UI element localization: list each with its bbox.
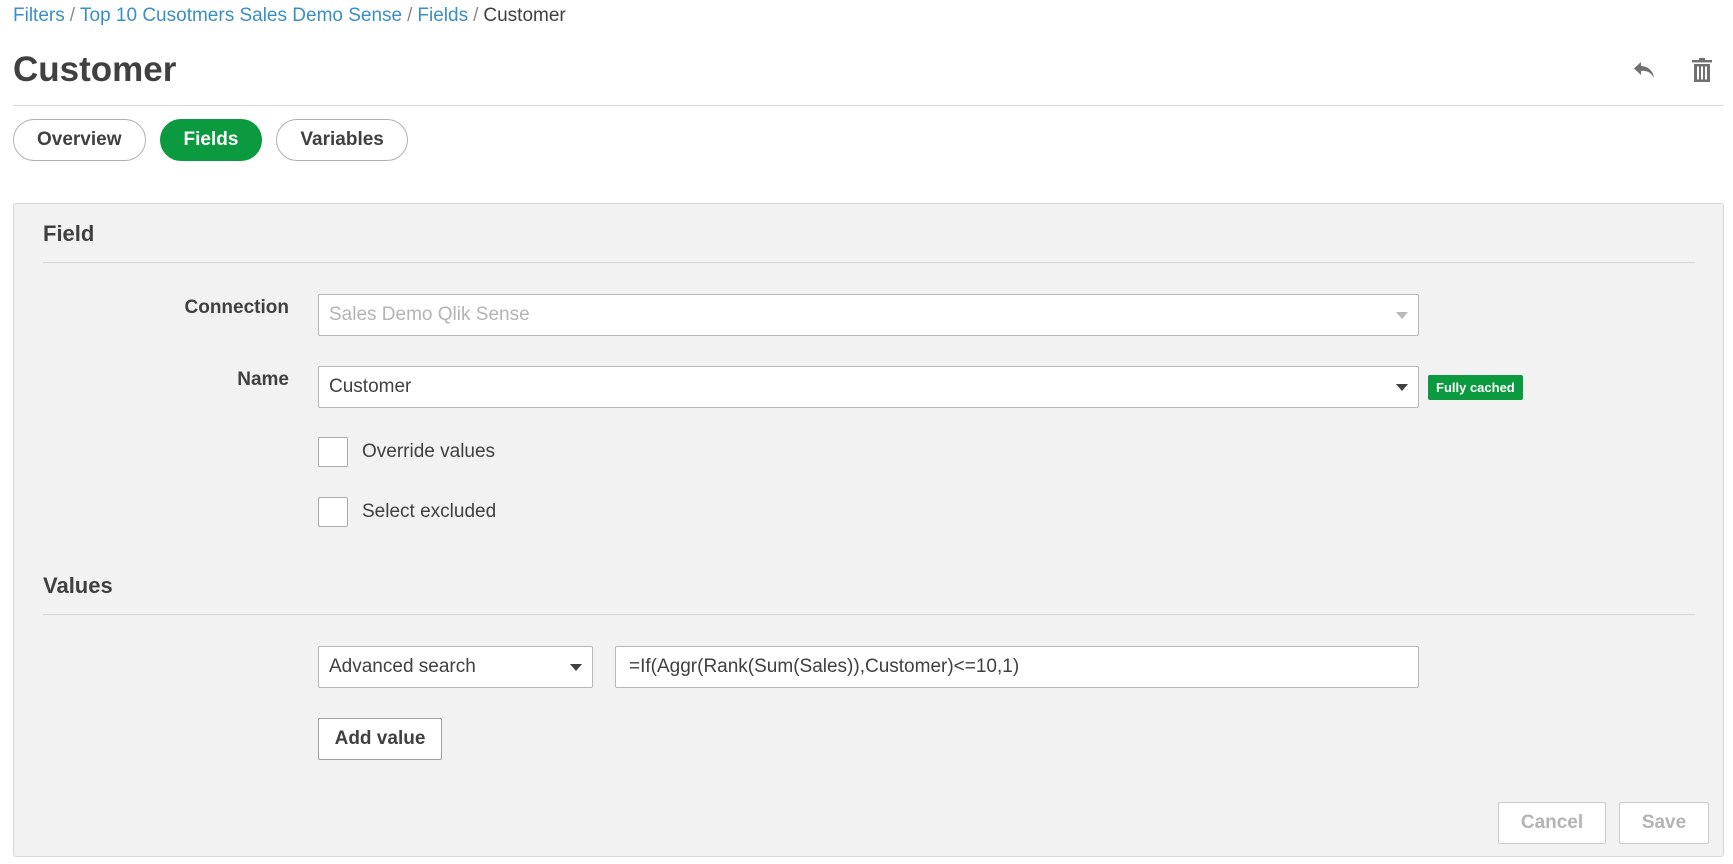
breadcrumb-link-filters[interactable]: Filters [13,5,65,26]
connection-value: Sales Demo Qlik Sense [329,304,530,325]
expression-input[interactable]: =If(Aggr(Rank(Sum(Sales)),Customer)<=10,… [615,646,1419,688]
cancel-button[interactable]: Cancel [1498,802,1606,844]
section-divider [43,262,1695,263]
select-excluded-checkbox-row[interactable]: Select excluded [318,497,496,527]
chevron-down-icon [1396,384,1408,391]
header-actions [1629,55,1717,85]
connection-select[interactable]: Sales Demo Qlik Sense [318,294,1419,336]
field-section-title: Field [43,221,95,246]
cache-status-badge: Fully cached [1428,375,1523,400]
field-panel: Field Connection Sales Demo Qlik Sense N… [13,203,1724,857]
name-select[interactable]: Customer [318,366,1419,408]
tab-variables[interactable]: Variables [276,119,408,161]
section-divider [43,614,1695,615]
override-values-label: Override values [362,441,496,462]
name-label: Name [237,369,289,390]
search-type-value: Advanced search [329,656,476,677]
connection-label: Connection [184,297,290,318]
override-values-checkbox[interactable] [318,437,348,467]
page-title: Customer [13,50,177,89]
breadcrumb-link-fields[interactable]: Fields [417,5,468,26]
save-button[interactable]: Save [1619,802,1709,844]
tab-bar: Overview Fields Variables [13,119,408,161]
breadcrumb-separator: / [69,5,76,26]
breadcrumb-link-filter[interactable]: Top 10 Cusotmers Sales Demo Sense [80,5,402,26]
chevron-down-icon [1396,312,1408,319]
override-values-checkbox-row[interactable]: Override values [318,437,495,467]
add-value-button[interactable]: Add value [318,718,442,760]
undo-button[interactable] [1629,55,1659,85]
undo-icon [1634,62,1654,78]
tab-overview[interactable]: Overview [13,119,146,161]
select-excluded-label: Select excluded [362,501,497,522]
chevron-down-icon [570,664,582,671]
trash-icon [1692,58,1712,82]
breadcrumb-current: Customer [483,5,566,26]
values-section-title: Values [43,573,113,598]
tab-fields[interactable]: Fields [159,119,263,161]
breadcrumb-separator: / [473,5,479,26]
breadcrumb-separator: / [407,5,413,26]
delete-button[interactable] [1687,55,1717,85]
breadcrumb: Filters / Top 10 Cusotmers Sales Demo Sens… [13,5,566,27]
search-type-select[interactable]: Advanced search [318,646,593,688]
title-divider [13,105,1724,106]
select-excluded-checkbox[interactable] [318,497,348,527]
name-value: Customer [329,376,412,397]
